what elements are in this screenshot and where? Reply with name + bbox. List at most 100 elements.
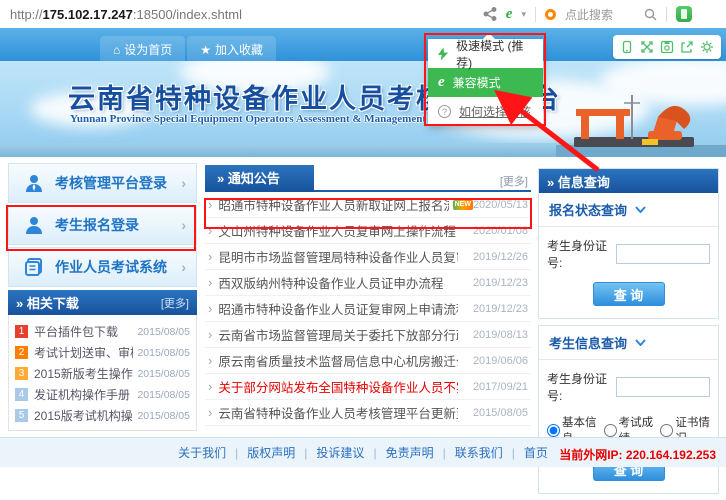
download-date: 2015/08/05 bbox=[133, 389, 190, 401]
bullet-icon: › bbox=[208, 223, 212, 238]
exam-book-icon bbox=[23, 256, 45, 278]
downloads-more-link[interactable]: [更多] bbox=[161, 295, 189, 311]
info-query-header: » 信息查询 bbox=[539, 169, 718, 193]
candidate-id-input-2[interactable] bbox=[616, 377, 710, 397]
sidebar-item-candidate-login[interactable]: 考生报名登录 › bbox=[8, 205, 197, 245]
download-item[interactable]: 3 2015新版考生操作...2015/08/05 bbox=[15, 363, 190, 384]
download-item[interactable]: 52015版考试机构操...2015/08/05 bbox=[15, 405, 190, 426]
separator: | bbox=[235, 446, 238, 460]
help-icon: ? bbox=[438, 105, 451, 118]
candidate-info-panel: 考生信息查询 考生身份证号: 基本信息考试成绩证书情况 查 询 bbox=[538, 325, 719, 494]
add-favorite-link[interactable]: ★加入收藏 bbox=[187, 36, 276, 64]
info-query-panel: » 信息查询 报名状态查询 考生身份证号: 查 询 bbox=[538, 168, 719, 319]
notice-date: 2019/06/06 bbox=[473, 355, 528, 367]
browser-logo-icon[interactable] bbox=[676, 6, 692, 22]
chevron-down-icon bbox=[635, 206, 646, 213]
rank-badge: 4 bbox=[15, 388, 28, 401]
chevron-right-icon: › bbox=[181, 217, 186, 233]
browser-mode-icon[interactable]: e bbox=[506, 6, 513, 23]
notice-item[interactable]: ›昭通市特种设备作业人员证复审网上申请流程及相...2019/12/23 bbox=[205, 296, 531, 322]
save-icon[interactable] bbox=[660, 40, 674, 54]
set-home-link[interactable]: ⌂设为首页 bbox=[100, 36, 185, 64]
notice-item[interactable]: ›文山州特种设备作业人员复审网上操作流程2020/01/08 bbox=[205, 218, 531, 244]
download-label: 2015版考试机构操... bbox=[34, 407, 133, 424]
notice-label: 昆明市市场监督管理局特种设备作业人员复审流程... bbox=[218, 247, 458, 266]
search-input[interactable]: 点此搜索 bbox=[565, 6, 635, 23]
external-ip: 当前外网IP: 220.164.192.253 bbox=[559, 446, 716, 463]
notice-item[interactable]: ›原云南省质量技术监督局信息中心机房搬迁公告2019/06/06 bbox=[205, 348, 531, 374]
notice-item[interactable]: ›云南省市场监督管理局关于委托下放部分行政许可...2019/08/13 bbox=[205, 322, 531, 348]
registration-status-section-toggle[interactable]: 报名状态查询 bbox=[539, 193, 718, 227]
rank-badge: 3 bbox=[15, 367, 28, 380]
site-banner: 云南省特种设备作业人员考核管理平台 Yunnan Province Specia… bbox=[0, 61, 726, 157]
notice-item[interactable]: ›云南省特种设备作业人员考核管理平台更新至20...2015/08/05 bbox=[205, 400, 531, 426]
footer: 关于我们|版权声明|投诉建议|免责声明|联系我们|首页 当前外网IP: 220.… bbox=[0, 437, 726, 467]
notice-date: 2015/08/05 bbox=[473, 407, 528, 419]
radio-input[interactable] bbox=[547, 424, 560, 437]
notice-item[interactable]: › 昆明市市场监督管理局特种设备作业人员复审流程... 2019/12/26 bbox=[205, 244, 531, 270]
download-label: 2015新版考生操作... bbox=[34, 365, 133, 382]
download-item[interactable]: 2考试计划送审、审核 ...2015/08/05 bbox=[15, 342, 190, 363]
footer-link[interactable]: 版权声明 bbox=[247, 444, 295, 461]
download-date: 2015/08/05 bbox=[133, 368, 190, 380]
bullet-icon: › bbox=[208, 353, 212, 368]
menu-item-compat-mode[interactable]: e 兼容模式 bbox=[428, 68, 543, 97]
bullet-icon: › bbox=[208, 379, 212, 394]
tab-notices[interactable]: » 通知公告 bbox=[205, 165, 314, 192]
sidebar-item-label: 考生报名登录 bbox=[55, 215, 139, 235]
notice-label: 昭通市特种设备作业人员新取证网上报名流程 bbox=[218, 195, 448, 214]
share-page-icon[interactable] bbox=[680, 40, 694, 54]
notice-date: 2019/12/23 bbox=[473, 277, 528, 289]
footer-link[interactable]: 免责声明 bbox=[386, 444, 434, 461]
notice-item[interactable]: ›昭通市特种设备作业人员新取证网上报名流程NEW2020/05/13 bbox=[205, 192, 531, 218]
download-item[interactable]: 4发证机构操作手册2015/08/05 bbox=[15, 384, 190, 405]
candidate-id-input[interactable] bbox=[616, 244, 710, 264]
sidebar-item-label: 考核管理平台登录 bbox=[55, 173, 167, 193]
menu-item-kernel-help[interactable]: ? 如何选择内核 bbox=[428, 97, 543, 126]
home-icon: ⌂ bbox=[113, 44, 120, 56]
sidebar-item-admin-login[interactable]: 考核管理平台登录 › bbox=[8, 163, 197, 203]
ie-icon: e bbox=[438, 74, 445, 91]
notice-item[interactable]: ›西双版纳州特种设备作业人员证申办流程2019/12/23 bbox=[205, 270, 531, 296]
sidebar-item-label: 作业人员考试系统 bbox=[55, 257, 167, 277]
download-item[interactable]: 1平台插件包下载2015/08/05 bbox=[15, 321, 190, 342]
notices-header: » 通知公告 [更多] bbox=[205, 165, 531, 192]
download-date: 2015/08/05 bbox=[133, 347, 190, 359]
notice-label: 关于部分网站发布全国特种设备作业人员不实信息... bbox=[218, 377, 458, 396]
footer-link[interactable]: 关于我们 bbox=[178, 444, 226, 461]
footer-link[interactable]: 投诉建议 bbox=[316, 444, 364, 461]
sidebar-item-exam-system[interactable]: 作业人员考试系统 › bbox=[8, 247, 197, 287]
bullet-icon: › bbox=[208, 249, 212, 264]
candidate-info-section-toggle[interactable]: 考生信息查询 bbox=[539, 326, 718, 360]
search-engine-logo-icon[interactable] bbox=[545, 9, 556, 20]
footer-link[interactable]: 联系我们 bbox=[455, 444, 503, 461]
notice-label: 昭通市特种设备作业人员证复审网上申请流程及相... bbox=[218, 299, 458, 318]
notice-date: 2017/09/21 bbox=[473, 381, 528, 393]
chevron-down-icon[interactable]: ▾ bbox=[521, 9, 526, 20]
downloads-list: 1平台插件包下载2015/08/052考试计划送审、审核 ...2015/08/… bbox=[8, 315, 197, 431]
notice-date: 2019/12/23 bbox=[473, 303, 528, 315]
gear-icon[interactable] bbox=[700, 40, 714, 54]
notices-more-link[interactable]: [更多] bbox=[500, 173, 528, 189]
radio-input[interactable] bbox=[660, 424, 673, 437]
download-label: 考试计划送审、审核 ... bbox=[34, 344, 133, 361]
notice-label: 云南省市场监督管理局关于委托下放部分行政许可... bbox=[218, 325, 458, 344]
divider bbox=[535, 7, 536, 22]
radio-input[interactable] bbox=[604, 424, 617, 437]
search-icon[interactable] bbox=[644, 8, 657, 21]
page-tool-icons bbox=[613, 35, 721, 59]
separator: | bbox=[373, 446, 376, 460]
share-icon[interactable] bbox=[483, 7, 497, 21]
notice-date: 2019/12/26 bbox=[473, 251, 528, 263]
url-text[interactable]: http://175.102.17.247:18500/index.shtml bbox=[10, 7, 242, 22]
query-button[interactable]: 查 询 bbox=[593, 282, 665, 306]
fullscreen-icon[interactable] bbox=[640, 40, 654, 54]
browser-address-bar[interactable]: http://175.102.17.247:18500/index.shtml … bbox=[0, 0, 726, 28]
browser-kernel-menu: 极速模式 (推荐) e 兼容模式 ? 如何选择内核 bbox=[428, 39, 543, 126]
notice-item[interactable]: › 关于部分网站发布全国特种设备作业人员不实信息... 2017/09/21 bbox=[205, 374, 531, 400]
footer-link[interactable]: 首页 bbox=[524, 444, 548, 461]
mobile-icon[interactable] bbox=[620, 40, 634, 54]
menu-item-speed-mode[interactable]: 极速模式 (推荐) bbox=[428, 39, 543, 68]
notice-label: 西双版纳州特种设备作业人员证申办流程 bbox=[218, 273, 443, 292]
downloads-header: » 相关下载 [更多] bbox=[8, 290, 197, 315]
